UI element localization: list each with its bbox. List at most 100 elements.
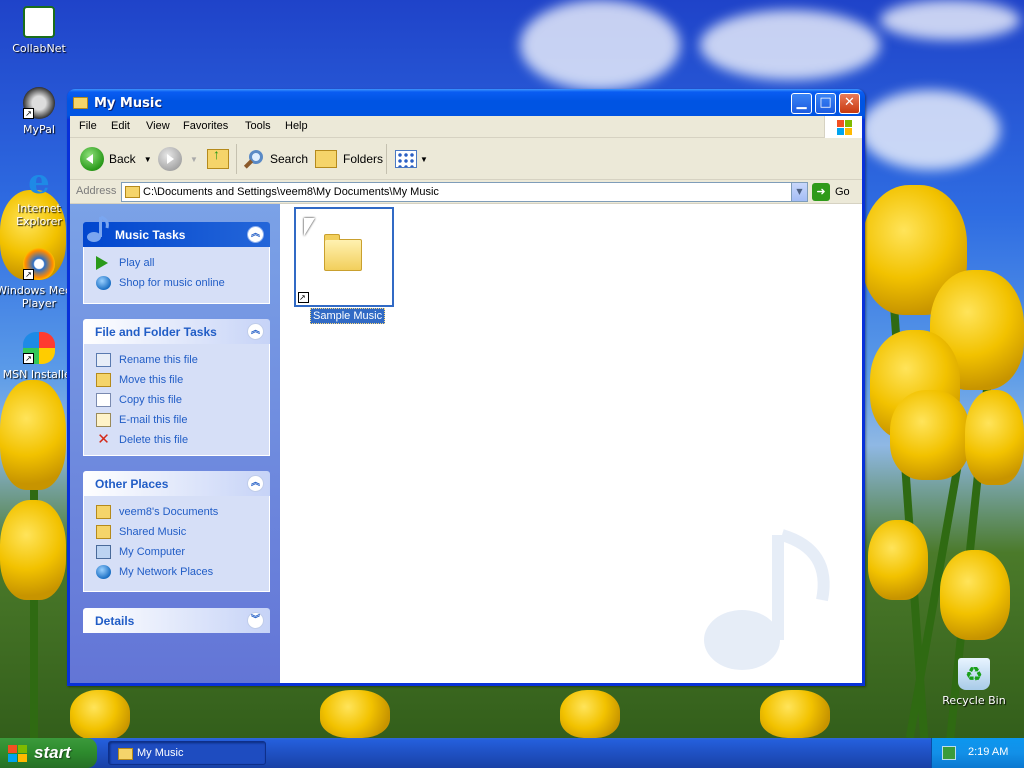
folders-button[interactable]: Folders (315, 146, 383, 172)
other-places-header[interactable]: Other Places ︽ (83, 471, 270, 496)
start-button[interactable]: start (0, 738, 97, 768)
taskbar-item-label: My Music (137, 747, 184, 759)
minimize-button[interactable]: ▁ (791, 93, 812, 114)
shared-music-folder-icon (96, 525, 111, 539)
place-my-documents[interactable]: veem8's Documents (84, 502, 269, 522)
desktop-icon-mypal[interactable]: ↗ MyPal (1, 87, 77, 136)
close-button[interactable]: ✕ (839, 93, 860, 114)
expand-chevron-icon[interactable]: ︾ (247, 612, 264, 629)
back-label: Back (109, 152, 136, 166)
toolbar-separator (236, 144, 237, 174)
menu-favorites[interactable]: Favorites (183, 120, 228, 132)
views-button[interactable]: ▼ (395, 146, 428, 172)
collapse-chevron-icon[interactable]: ︽ (247, 226, 264, 243)
shortcut-arrow-icon: ↗ (23, 108, 34, 119)
documents-folder-icon (96, 505, 111, 519)
back-arrow-icon (80, 147, 104, 171)
back-dropdown-icon[interactable]: ▼ (144, 155, 152, 164)
desktop-icon-label: Internet Explorer (16, 202, 62, 228)
music-tasks-body: Play all Shop for music online (83, 247, 270, 304)
up-folder-icon: ↑ (207, 146, 229, 169)
go-arrow-icon: ➜ (812, 183, 830, 201)
copy-icon (96, 393, 111, 407)
search-icon (243, 148, 265, 170)
desktop-icon-label: CollabNet (12, 42, 66, 55)
task-move-file[interactable]: Move this file (84, 370, 269, 390)
task-label: Copy this file (119, 394, 182, 406)
clock[interactable]: 2:19 AM (968, 746, 1008, 758)
task-email-file[interactable]: E-mail this file (84, 410, 269, 430)
task-label: Shop for music online (119, 277, 225, 289)
file-folder-tasks-panel: File and Folder Tasks ︽ Rename this file… (83, 319, 270, 456)
views-dropdown-icon: ▼ (420, 154, 428, 164)
rename-icon (96, 353, 111, 367)
shortcut-arrow-icon: ↗ (23, 353, 34, 364)
music-tasks-panel: Music Tasks ︽ Play all Shop for music on… (83, 215, 270, 304)
network-icon[interactable] (942, 746, 956, 760)
email-icon (96, 413, 111, 427)
play-icon (96, 256, 108, 270)
place-my-network-places[interactable]: My Network Places (84, 562, 269, 582)
windows-logo-icon (824, 116, 862, 138)
desktop-icon-collabnet[interactable]: CollabNet (1, 6, 77, 55)
msn-butterfly-icon: ↗ (23, 332, 55, 364)
up-button[interactable]: ↑ (207, 146, 229, 172)
details-header[interactable]: Details ︾ (83, 608, 270, 633)
file-list-view[interactable]: ↗ Sample Music (280, 204, 862, 683)
task-delete-file[interactable]: ✕ Delete this file (84, 430, 269, 450)
panel-title: Other Places (95, 477, 169, 491)
title-bar[interactable]: My Music ▁ □ ✕ (67, 89, 865, 119)
collapse-chevron-icon[interactable]: ︽ (247, 475, 264, 492)
forward-dropdown-icon[interactable]: ▼ (190, 155, 198, 164)
address-input[interactable]: C:\Documents and Settings\veem8\My Docum… (121, 182, 808, 202)
task-rename-file[interactable]: Rename this file (84, 350, 269, 370)
folder-item-label: Sample Music (310, 308, 386, 324)
search-label: Search (270, 152, 309, 166)
task-label: E-mail this file (119, 414, 188, 426)
move-icon (96, 373, 111, 387)
search-button[interactable]: Search (243, 146, 308, 172)
go-button[interactable]: ➜ Go (812, 182, 850, 202)
menu-tools[interactable]: Tools (245, 120, 271, 132)
task-play-all[interactable]: Play all (84, 253, 269, 273)
panel-title: File and Folder Tasks (95, 325, 217, 339)
place-my-computer[interactable]: My Computer (84, 542, 269, 562)
forward-button[interactable]: ▼ (158, 146, 198, 172)
collapse-chevron-icon[interactable]: ︽ (247, 323, 264, 340)
address-dropdown-icon[interactable]: ▼ (791, 183, 807, 201)
menu-file[interactable]: File (79, 120, 97, 132)
taskbar-item-my-music[interactable]: My Music (108, 741, 266, 765)
windows-flag-icon (8, 745, 27, 762)
media-player-icon: ↗ (23, 248, 55, 280)
menu-bar: File Edit View Favorites Tools Help (70, 116, 862, 138)
file-folder-tasks-header[interactable]: File and Folder Tasks ︽ (83, 319, 270, 344)
task-copy-file[interactable]: Copy this file (84, 390, 269, 410)
music-tasks-header[interactable]: Music Tasks ︽ (83, 215, 270, 247)
desktop-icon-recycle-bin[interactable]: ♻ Recycle Bin (936, 658, 1012, 707)
other-places-panel: Other Places ︽ veem8's Documents Shared … (83, 471, 270, 592)
maximize-button[interactable]: □ (815, 93, 836, 114)
address-value: C:\Documents and Settings\veem8\My Docum… (143, 186, 439, 198)
folder-icon (118, 748, 133, 760)
standard-toolbar: Back ▼ ▼ ↑ Search Folders ▼ (70, 138, 862, 180)
panel-title: Music Tasks (115, 228, 186, 242)
task-shop-music-online[interactable]: Shop for music online (84, 273, 269, 293)
menu-edit[interactable]: Edit (111, 120, 130, 132)
start-label: start (34, 743, 71, 762)
folders-label: Folders (343, 152, 384, 166)
place-label: veem8's Documents (119, 506, 219, 518)
place-shared-music[interactable]: Shared Music (84, 522, 269, 542)
task-pane: Music Tasks ︽ Play all Shop for music on… (70, 204, 280, 683)
taskbar: start My Music 2:19 AM (0, 738, 1024, 768)
task-label: Move this file (119, 374, 184, 386)
task-label: Delete this file (119, 434, 189, 446)
menu-help[interactable]: Help (285, 120, 308, 132)
desktop-icon-internet-explorer[interactable]: e Internet Explorer (1, 165, 77, 228)
computer-icon (96, 545, 111, 559)
desktop-icon-msn-installer[interactable]: ↗ MSN Installer (1, 332, 77, 381)
recycle-bin-icon: ♻ (958, 658, 990, 690)
back-button[interactable]: Back ▼ (80, 146, 152, 172)
address-label: Address (76, 185, 117, 197)
menu-view[interactable]: View (146, 120, 170, 132)
collabnet-icon (23, 6, 55, 38)
